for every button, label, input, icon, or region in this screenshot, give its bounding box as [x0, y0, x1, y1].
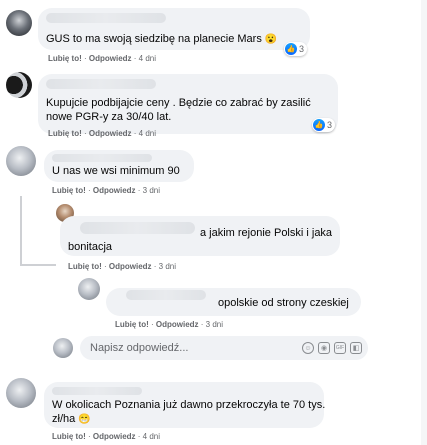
reply-bubble: a jakim rejonie Polski i jaka bonitacja — [60, 216, 340, 256]
comment-actions: Lubię to! · Odpowiedz · 4 dni — [48, 54, 157, 63]
thread-line — [20, 264, 56, 266]
avatar[interactable] — [6, 72, 32, 98]
reply-link[interactable]: Odpowiedz — [93, 432, 136, 441]
comment-text: U nas we wsi minimum 90 — [52, 165, 180, 177]
like-link[interactable]: Lubię to! — [115, 320, 149, 329]
comment-age[interactable]: 4 dni — [143, 432, 160, 441]
avatar[interactable] — [78, 278, 100, 300]
reply-link[interactable]: Odpowiedz — [109, 262, 152, 271]
comment-actions: Lubię to! · Odpowiedz · 4 dni — [48, 129, 157, 138]
comment-bubble: W okolicach Poznania już dawno przekrocz… — [44, 382, 326, 428]
comment-bubble: GUS to ma swoją siedzibę na planecie Mar… — [38, 8, 310, 50]
like-link[interactable]: Lubię to! — [48, 54, 82, 63]
scrollbar[interactable] — [421, 0, 427, 445]
reaction-count[interactable]: 👍 3 — [284, 42, 308, 56]
user-avatar — [53, 338, 73, 358]
author-name[interactable] — [46, 13, 166, 23]
reply-text: a jakim rejonie Polski i jaka bonitacja — [68, 227, 333, 253]
reply-actions: Lubię to! · Odpowiedz · 3 dni — [115, 320, 224, 329]
like-icon: 👍 — [313, 119, 325, 131]
comment-age[interactable]: 4 dni — [139, 129, 156, 138]
author-name[interactable] — [126, 290, 206, 300]
reaction-number: 3 — [327, 120, 333, 130]
like-link[interactable]: Lubię to! — [68, 262, 102, 271]
comment-text: W okolicach Poznania już dawno przekrocz… — [52, 399, 326, 425]
comment-age[interactable]: 3 dni — [143, 186, 160, 195]
comment-age[interactable]: 4 dni — [139, 54, 156, 63]
sticker-icon[interactable]: ◧ — [350, 342, 362, 354]
gif-icon[interactable]: GIF — [334, 342, 346, 354]
camera-icon[interactable]: ◉ — [318, 342, 330, 354]
reply-input[interactable]: Napisz odpowiedź... ☺ ◉ GIF ◧ — [80, 336, 368, 360]
like-link[interactable]: Lubię to! — [52, 186, 86, 195]
author-name[interactable] — [52, 154, 152, 162]
reply-actions: Lubię to! · Odpowiedz · 3 dni — [68, 262, 177, 271]
comment-text: Kupujcie podbijajcie ceny . Będzie co za… — [46, 97, 311, 123]
reply-bubble: opolskie od strony czeskiej — [106, 288, 361, 316]
reply-link[interactable]: Odpowiedz — [89, 54, 132, 63]
like-link[interactable]: Lubię to! — [52, 432, 86, 441]
reply-text: opolskie od strony czeskiej — [218, 297, 349, 309]
comment-actions: Lubię to! · Odpowiedz · 3 dni — [52, 186, 161, 195]
author-name[interactable] — [46, 79, 156, 89]
thread-line — [20, 196, 22, 266]
avatar[interactable] — [6, 146, 36, 176]
reaction-number: 3 — [299, 44, 305, 54]
reply-age[interactable]: 3 dni — [159, 262, 176, 271]
like-link[interactable]: Lubię to! — [48, 129, 82, 138]
smile-icon[interactable]: ☺ — [302, 342, 314, 354]
comment-actions: Lubię to! · Odpowiedz · 4 dni — [52, 432, 161, 441]
reply-link[interactable]: Odpowiedz — [89, 129, 132, 138]
reply-placeholder: Napisz odpowiedź... — [90, 342, 189, 354]
like-icon: 👍 — [285, 43, 297, 55]
reply-link[interactable]: Odpowiedz — [156, 320, 199, 329]
comment-text: GUS to ma swoją siedzibę na planecie Mar… — [46, 33, 278, 45]
comment-bubble: Kupujcie podbijajcie ceny . Będzie co za… — [38, 74, 338, 134]
reaction-count[interactable]: 👍 3 — [312, 118, 336, 132]
grin-emoji: 😁 — [78, 414, 91, 425]
reply-link[interactable]: Odpowiedz — [93, 186, 136, 195]
author-name[interactable] — [52, 387, 142, 395]
reply-age[interactable]: 3 dni — [206, 320, 223, 329]
comment-bubble: U nas we wsi minimum 90 — [44, 150, 194, 182]
surprised-emoji: 😮 — [264, 34, 278, 45]
avatar[interactable] — [6, 378, 36, 408]
avatar[interactable] — [6, 10, 32, 36]
